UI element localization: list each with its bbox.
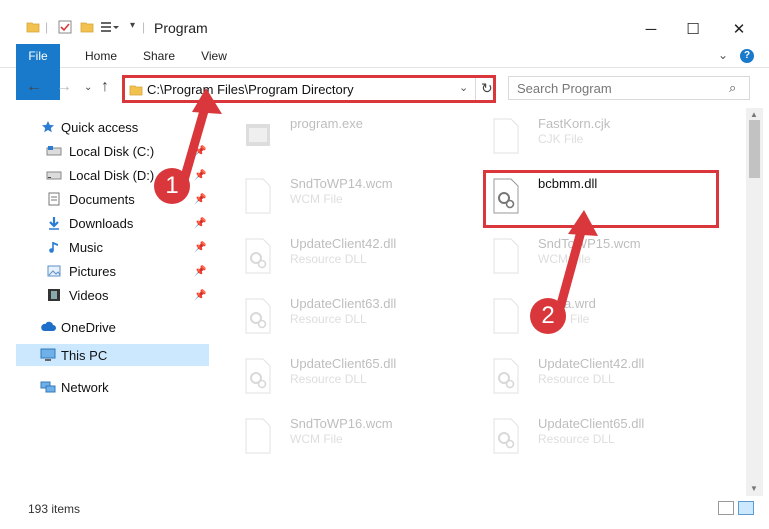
back-arrow-icon[interactable]: ←: [26, 78, 42, 96]
exe-file-icon: [244, 118, 272, 155]
scroll-up-icon[interactable]: ▲: [750, 110, 758, 119]
status-bar: 193 items: [0, 496, 769, 529]
documents-icon: [46, 191, 62, 207]
star-icon: [40, 119, 56, 135]
forward-arrow-icon[interactable]: →: [56, 78, 72, 96]
download-icon: [46, 215, 62, 231]
file-item[interactable]: Aralia.wrd WRD File: [480, 290, 720, 346]
videos-icon: [46, 287, 62, 303]
pin-icon[interactable]: 📌: [194, 170, 206, 181]
new-folder-icon[interactable]: [80, 20, 94, 34]
pin-icon[interactable]: 📌: [194, 146, 206, 157]
sidebar-item-this-pc[interactable]: This PC: [16, 344, 209, 366]
recent-locations-icon[interactable]: ⌄: [84, 82, 92, 93]
dll-gear-file-icon: [244, 358, 272, 397]
search-icon: ⌕: [729, 80, 737, 95]
maximize-icon[interactable]: ☐: [678, 18, 708, 40]
sidebar-item-quick-access[interactable]: Quick access: [16, 116, 209, 138]
minimize-icon[interactable]: ─: [636, 18, 666, 40]
file-item[interactable]: UpdateClient42.dll Resource DLL: [232, 230, 472, 286]
pin-icon[interactable]: 📌: [194, 242, 206, 253]
ribbon: File Home Share View ⌄ ?: [0, 44, 769, 100]
scroll-down-icon[interactable]: ▼: [750, 484, 758, 493]
highlight-box: [483, 170, 719, 228]
tab-view[interactable]: View: [194, 44, 234, 68]
properties-icon[interactable]: [58, 20, 72, 34]
sidebar-item-music[interactable]: Music 📌: [16, 236, 209, 258]
dll-gear-file-icon: [244, 298, 272, 337]
details-view-icon[interactable]: [718, 501, 734, 515]
file-item[interactable]: SndToWP16.wcm WCM File: [232, 410, 472, 466]
file-item[interactable]: SndToWP14.wcm WCM File: [232, 170, 472, 226]
item-count: 193 items: [28, 502, 81, 516]
search-input[interactable]: Search Program ⌕: [508, 76, 750, 100]
dll-gear-file-icon: [492, 418, 520, 457]
file-item[interactable]: UpdateClient63.dll Resource DLL: [232, 290, 472, 346]
pin-icon[interactable]: 📌: [194, 290, 206, 301]
pin-icon[interactable]: 📌: [194, 218, 206, 229]
title-bar: | ▾ | Program ─ ☐ ✕: [0, 0, 769, 44]
document-file-icon: [492, 118, 520, 157]
dll-gear-file-icon: [244, 238, 272, 277]
music-icon: [46, 239, 62, 255]
tab-home[interactable]: Home: [78, 44, 124, 68]
step-2-badge: 2: [530, 298, 566, 334]
refresh-icon[interactable]: ↻: [481, 80, 493, 97]
search-placeholder: Search Program: [517, 81, 612, 96]
dropdown-icon[interactable]: ▾: [130, 20, 135, 31]
pin-icon[interactable]: 📌: [194, 194, 206, 205]
help-icon[interactable]: ?: [740, 49, 754, 63]
file-item[interactable]: FastKorn.cjk CJK File: [480, 110, 720, 166]
tab-share[interactable]: Share: [138, 44, 180, 68]
chevron-down-icon[interactable]: ⌄: [459, 81, 468, 94]
cloud-icon: [40, 319, 56, 335]
dll-gear-file-icon: [492, 358, 520, 397]
navigation-pane: Quick access Local Disk (C:) 📌 Local Dis…: [0, 108, 212, 496]
drive-icon: [46, 143, 62, 159]
sidebar-item-downloads[interactable]: Downloads 📌: [16, 212, 209, 234]
file-item[interactable]: UpdateClient65.dll Resource DLL: [232, 350, 472, 406]
navigation-bar: ← → ⌄ ↑ C:\Program Files\Program Directo…: [0, 68, 769, 108]
folder-icon: [129, 83, 143, 100]
step-1-badge: 1: [154, 168, 190, 204]
scrollbar-thumb[interactable]: [749, 120, 760, 178]
folder-icon: [26, 20, 40, 34]
document-file-icon: [492, 298, 520, 337]
sidebar-item-onedrive[interactable]: OneDrive: [16, 316, 209, 338]
file-item[interactable]: program.exe: [232, 110, 472, 166]
window-title: Program: [154, 20, 208, 36]
document-file-icon: [244, 178, 272, 217]
document-file-icon: [492, 238, 520, 277]
sidebar-item-videos[interactable]: Videos 📌: [16, 284, 209, 306]
up-arrow-icon[interactable]: ↑: [101, 78, 109, 96]
customize-toolbar-icon[interactable]: [100, 20, 120, 34]
file-item[interactable]: UpdateClient65.dll Resource DLL: [480, 410, 720, 466]
sidebar-item-network[interactable]: Network: [16, 376, 209, 398]
pictures-icon: [46, 263, 62, 279]
drive-icon: [46, 167, 62, 183]
sidebar-item-local-disk-c[interactable]: Local Disk (C:) 📌: [16, 140, 209, 162]
sidebar-item-pictures[interactable]: Pictures 📌: [16, 260, 209, 282]
address-path: C:\Program Files\Program Directory: [147, 82, 354, 97]
large-icons-view-icon[interactable]: [738, 501, 754, 515]
address-bar[interactable]: C:\Program Files\Program Directory ⌄ ↻: [122, 75, 496, 103]
close-icon[interactable]: ✕: [724, 18, 754, 40]
file-item[interactable]: UpdateClient42.dll Resource DLL: [480, 350, 720, 406]
vertical-scrollbar[interactable]: ▲ ▼: [746, 108, 763, 496]
file-item[interactable]: SndToWP15.wcm WCM File: [480, 230, 720, 286]
pin-icon[interactable]: 📌: [194, 266, 206, 277]
chevron-down-icon[interactable]: ⌄: [718, 48, 728, 62]
computer-icon: [40, 347, 56, 363]
network-icon: [40, 379, 56, 395]
file-list: program.exe FastKorn.cjk CJK File SndToW…: [224, 108, 746, 496]
document-file-icon: [244, 418, 272, 457]
